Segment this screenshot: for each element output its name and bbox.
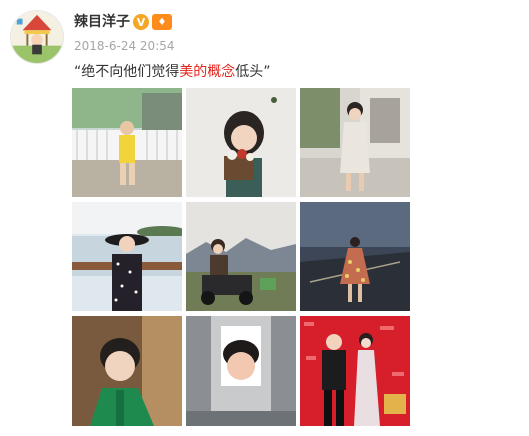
photo-grid [72, 88, 410, 426]
author-avatar[interactable] [10, 10, 64, 64]
photo-thumbnail-7[interactable] [72, 316, 182, 426]
post-text-part-1: “绝不向他们觉得 [74, 64, 180, 80]
photo-thumbnail-4[interactable] [72, 202, 182, 311]
member-level-icon[interactable]: ♦ [152, 14, 172, 30]
photo-thumbnail-2[interactable] [186, 88, 296, 197]
photo-thumbnail-3[interactable] [300, 88, 410, 197]
avatar-image [11, 11, 63, 63]
post-text-highlight-1: 美的 [179, 64, 208, 80]
author-name[interactable]: 辣目洋子 [74, 12, 130, 32]
photo-thumbnail-5[interactable] [186, 202, 296, 311]
post-text: “绝不向他们觉得美的概念低头” [74, 62, 271, 82]
photo-image-5 [186, 202, 296, 311]
photo-thumbnail-6[interactable] [300, 202, 410, 311]
photo-image-4 [72, 202, 182, 311]
photo-image-2 [186, 88, 296, 197]
photo-thumbnail-8[interactable] [186, 316, 296, 426]
photo-image-7 [72, 316, 182, 426]
photo-image-8 [186, 316, 296, 426]
author-badges: V ♦ [133, 14, 172, 30]
photo-thumbnail-9[interactable] [300, 316, 410, 426]
photo-thumbnail-1[interactable] [72, 88, 182, 197]
post-text-part-4: 低头” [235, 64, 271, 80]
post-text-highlight-2: 概念 [207, 64, 236, 80]
weibo-post-card: 辣目洋子 V ♦ 2018-6-24 20:54 “绝不向他们觉得美的概念低头” [0, 0, 529, 436]
verified-v-icon[interactable]: V [133, 14, 149, 30]
photo-image-9 [300, 316, 410, 426]
photo-image-3 [300, 88, 410, 197]
photo-image-1 [72, 88, 182, 197]
post-timestamp[interactable]: 2018-6-24 20:54 [74, 38, 175, 54]
photo-image-6 [300, 202, 410, 311]
